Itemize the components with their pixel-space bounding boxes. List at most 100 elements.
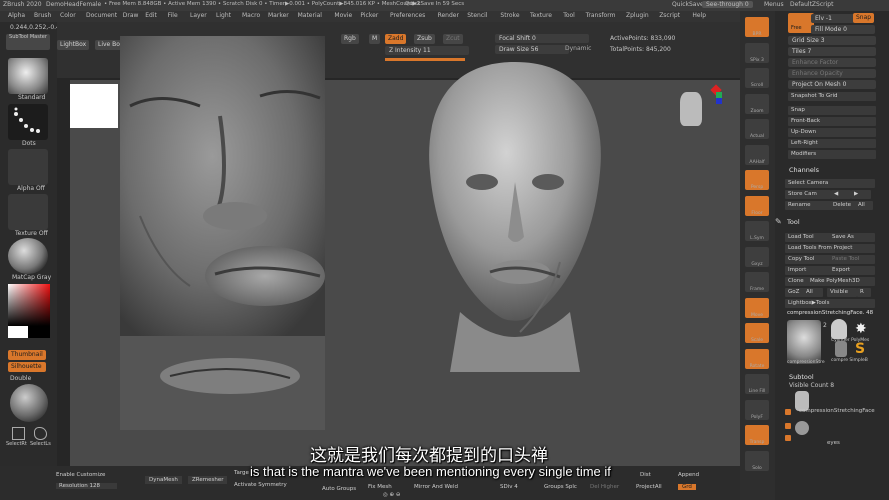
view-left-right-button[interactable]: Left-Right (788, 139, 876, 148)
groups-split-button[interactable]: Groups Splc (544, 484, 577, 490)
snapshot-to-grid-button[interactable]: Snapshot To Grid (788, 92, 876, 101)
zsub-toggle[interactable]: Zsub (414, 34, 435, 44)
stroke-dots[interactable] (8, 104, 48, 140)
menu-tool[interactable]: Tool (563, 12, 575, 19)
all-button[interactable]: All (855, 201, 873, 210)
z-intensity-slider[interactable]: Z Intensity 11 (385, 46, 469, 55)
strip-aahalf-button[interactable]: AAHalf (745, 144, 769, 165)
strip-scale-button[interactable]: Scale (745, 323, 769, 343)
navigation-head-icon[interactable] (680, 92, 702, 126)
strip-line-fill-button[interactable]: Line Fill (745, 374, 769, 394)
strip-gxyz-button[interactable]: Gxyz (745, 246, 769, 267)
grd-button[interactable]: Grd (678, 484, 696, 490)
strip-actual-button[interactable]: Actual (745, 119, 769, 139)
load-tool-button[interactable]: Load Tool (785, 233, 831, 242)
select-lasso-icon[interactable] (34, 427, 47, 440)
subtool-thumb-eyes[interactable] (795, 421, 809, 435)
menu-movie[interactable]: Movie (334, 12, 352, 19)
strip-spix-3-button[interactable]: SPix 3 (745, 42, 769, 63)
menu-texture[interactable]: Texture (530, 12, 552, 19)
export-button[interactable]: Export (829, 266, 875, 275)
strip-bpr-button[interactable]: BPR (745, 17, 769, 37)
secondary-color-swatch[interactable] (28, 326, 50, 338)
strip-transp-button[interactable]: Transp (745, 425, 769, 445)
dist-slider[interactable]: Dist (640, 472, 651, 478)
tiles-slider[interactable]: Tiles 7 (788, 47, 876, 56)
menu-zscript[interactable]: Zscript (659, 12, 680, 19)
menu-stencil[interactable]: Stencil (467, 12, 487, 19)
lightbox-tools-button[interactable]: Lightbox▶Tools (785, 299, 875, 308)
menu-draw[interactable]: Draw (123, 12, 139, 19)
del-higher-button[interactable]: Del Higher (590, 484, 619, 490)
view-modifiers-button[interactable]: Modifiers (788, 150, 876, 159)
menu-render[interactable]: Render (438, 12, 459, 19)
strip-move-button[interactable]: Move (745, 297, 769, 318)
subtool-eye-toggle-2[interactable] (785, 423, 791, 429)
alpha-slot[interactable] (8, 149, 48, 185)
load-from-project-button[interactable]: Load Tools From Project (785, 244, 875, 253)
sdiv-slider[interactable]: SDiv 4 (500, 484, 518, 490)
menu-stroke[interactable]: Stroke (500, 12, 519, 19)
rgb-toggle[interactable]: Rgb (341, 34, 359, 44)
enhance-opacity-slider[interactable]: Enhance Opacity (788, 69, 876, 78)
strip-floor-button[interactable]: Floor (745, 195, 769, 216)
quicksave-button[interactable]: QuickSave (672, 1, 704, 8)
main-color-swatch[interactable] (8, 326, 28, 338)
menu-color[interactable]: Color (60, 12, 76, 19)
dynamic-toggle[interactable]: Dynamic (565, 45, 591, 53)
current-tool-thumbnail[interactable] (787, 320, 821, 364)
store-cam-button[interactable]: Store Cam (785, 190, 831, 199)
clone-button[interactable]: Clone (785, 277, 809, 286)
subtool-eye-toggle-1[interactable] (785, 409, 791, 415)
strip-rotate-button[interactable]: Rotate (745, 348, 769, 369)
subtool-item-eyes[interactable]: eyes (827, 439, 840, 447)
menu-brush[interactable]: Brush (34, 12, 51, 19)
focal-shift-slider[interactable]: Focal Shift 0 (495, 34, 589, 43)
menu-marker[interactable]: Marker (268, 12, 289, 19)
zadd-toggle[interactable]: Zadd (385, 34, 407, 44)
save-as-button[interactable]: Save As (829, 233, 875, 242)
menu-help[interactable]: Help (692, 12, 706, 19)
draw-size-slider[interactable]: Draw Size 56 (495, 45, 569, 54)
menu-layer[interactable]: Layer (190, 12, 207, 19)
thumbnail-button[interactable]: Thumbnail (8, 350, 46, 360)
append-button[interactable]: Append (678, 472, 699, 478)
project-all-button[interactable]: ProjectAll (636, 484, 662, 490)
matcap-material[interactable] (8, 238, 48, 274)
make-polymesh-button[interactable]: Make PolyMesh3D (807, 277, 875, 286)
menu-document[interactable]: Document (86, 12, 117, 19)
paste-tool-button[interactable]: Paste Tool (829, 255, 875, 264)
menu-picker[interactable]: Picker (360, 12, 378, 19)
mirror-and-weld-button[interactable]: Mirror And Weld (414, 484, 458, 490)
subtool-eye-toggle-3[interactable] (785, 435, 791, 441)
view-up-down-button[interactable]: Up-Down (788, 128, 876, 137)
import-button[interactable]: Import (785, 266, 831, 275)
strip-frame-button[interactable]: Frame (745, 272, 769, 292)
menu-light[interactable]: Light (216, 12, 231, 19)
viewport[interactable] (70, 36, 773, 466)
delete-button[interactable]: Delete (830, 201, 856, 210)
auto-groups-button[interactable]: Auto Groups (322, 486, 356, 492)
strip-l-sym-button[interactable]: L.Sym (745, 221, 769, 241)
dynamesh-button[interactable]: DynaMesh (145, 476, 182, 484)
strip-polyf-button[interactable]: PolyF (745, 399, 769, 420)
brush-standard[interactable] (8, 58, 48, 94)
menu-zplugin[interactable]: Zplugin (626, 12, 649, 19)
fill-mode-slider[interactable]: Fill Mode 0 (811, 25, 875, 34)
color-picker[interactable] (8, 284, 50, 326)
fix-mesh-button[interactable]: Fix Mesh (368, 484, 392, 490)
cam-prev-button[interactable]: ◀ (831, 190, 851, 199)
elv-slider[interactable]: Elv -1 (811, 14, 855, 23)
cylinder-thumbnail[interactable] (831, 319, 847, 339)
menu-preferences[interactable]: Preferences (390, 12, 425, 19)
silhouette-button[interactable]: Silhouette (8, 362, 46, 372)
goz-all-button[interactable]: All (803, 288, 823, 297)
grid-size-slider[interactable]: Grid Size 3 (788, 36, 876, 45)
menus-toggle[interactable]: Menus (764, 1, 784, 8)
resolution-slider[interactable]: Resolution 128 (56, 483, 117, 489)
select-camera-button[interactable]: Select Camera (785, 179, 875, 188)
target-polycount[interactable]: Targe (234, 470, 249, 476)
snap-toggle[interactable]: Snap (853, 13, 875, 23)
gizmo-z-icon[interactable] (716, 98, 722, 104)
strip-persp-button[interactable]: Persp (745, 170, 769, 190)
